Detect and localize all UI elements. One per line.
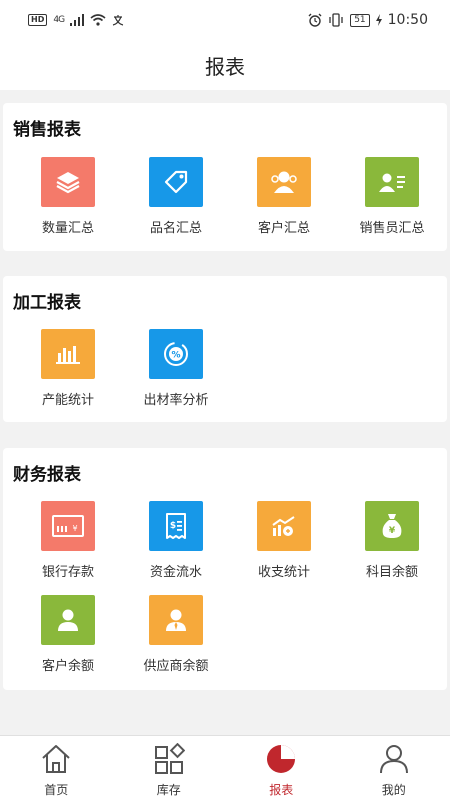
bank-card-icon: ¥	[41, 501, 95, 551]
tile-label: 客户余额	[41, 659, 94, 674]
svg-text:¥: ¥	[72, 524, 77, 533]
person-icon	[41, 595, 95, 645]
layers-icon	[41, 157, 95, 207]
tile-label: 科目余额	[365, 565, 418, 580]
user-icon	[379, 745, 408, 774]
report-tile-income-expense[interactable]: 收支统计	[230, 501, 338, 591]
grid-icon	[154, 743, 185, 774]
signal-icon	[70, 14, 85, 26]
svg-text:$: $	[170, 521, 176, 531]
report-tile-capacity-statistics[interactable]: 产能统计	[14, 329, 122, 419]
svg-text:%: %	[171, 351, 180, 361]
report-tile-quantity-summary[interactable]: 数量汇总	[14, 157, 122, 247]
tab-mine[interactable]: 我的	[338, 736, 450, 800]
tile-label: 销售员汇总	[359, 221, 425, 236]
report-tile-salesperson-summary[interactable]: 销售员汇总	[338, 157, 446, 247]
network-type: 4G	[53, 15, 65, 25]
receipt-icon: $	[149, 501, 203, 551]
sales-report-section: 销售报表 数量汇总 品名汇总 客户汇总 销售员汇总	[3, 103, 447, 251]
section-title: 加工报表	[13, 293, 81, 313]
tile-label: 资金流水	[149, 565, 202, 580]
vibrate-icon	[329, 13, 343, 27]
tile-label: 收支统计	[257, 565, 310, 580]
page-title-bar: 报表	[0, 40, 450, 90]
svg-text:¥: ¥	[389, 526, 396, 536]
tile-label: 数量汇总	[41, 221, 94, 236]
tab-inventory[interactable]: 库存	[113, 736, 226, 800]
clock: 10:50	[387, 12, 428, 28]
status-bar: HD 4G 51 10:50	[0, 0, 450, 40]
finance-report-section: 财务报表 ¥ 银行存款 $ 资金流水 收支统计 ¥ 科目余额 客户余额 供应商余…	[3, 448, 447, 690]
report-tile-account-balance[interactable]: ¥ 科目余额	[338, 501, 446, 591]
wifi-icon	[90, 14, 106, 26]
bar-chart-icon	[41, 329, 95, 379]
status-left: HD 4G	[28, 14, 124, 26]
report-tile-customer-summary[interactable]: 客户汇总	[230, 157, 338, 247]
hd-badge: HD	[28, 14, 48, 26]
tile-label: 银行存款	[41, 565, 94, 580]
charging-icon	[375, 14, 382, 26]
tab-label: 首页	[44, 783, 69, 797]
supplier-icon	[149, 595, 203, 645]
tab-label: 我的	[381, 783, 406, 797]
tile-label: 产能统计	[41, 393, 94, 408]
pie-chart-icon	[267, 745, 296, 773]
customers-icon	[257, 157, 311, 207]
status-right: 51 10:50	[308, 12, 428, 28]
tab-label: 库存	[156, 783, 181, 797]
report-tile-product-summary[interactable]: 品名汇总	[122, 157, 230, 247]
battery-level: 51	[350, 13, 370, 27]
tile-label: 出材率分析	[143, 393, 209, 408]
report-tile-supplier-balance[interactable]: 供应商余额	[122, 595, 230, 685]
trend-icon	[257, 501, 311, 551]
tab-label: 报表	[269, 783, 294, 797]
percent-icon: %	[149, 329, 203, 379]
report-tile-fund-flow[interactable]: $ 资金流水	[122, 501, 230, 591]
report-tile-bank-deposit[interactable]: ¥ 银行存款	[14, 501, 122, 591]
tag-icon	[149, 157, 203, 207]
home-icon	[42, 745, 70, 773]
language-icon	[112, 15, 124, 26]
section-title: 财务报表	[13, 465, 81, 485]
tile-label: 供应商余额	[143, 659, 209, 674]
tab-reports[interactable]: 报表	[225, 736, 338, 800]
alarm-icon	[308, 13, 322, 27]
report-tile-customer-balance[interactable]: 客户余额	[14, 595, 122, 685]
report-tile-yield-analysis[interactable]: % 出材率分析	[122, 329, 230, 419]
bottom-tab-bar: 首页 库存 报表 我的	[0, 735, 450, 800]
tile-label: 客户汇总	[257, 221, 310, 236]
money-bag-icon: ¥	[365, 501, 419, 551]
tile-label: 品名汇总	[149, 221, 202, 236]
processing-report-section: 加工报表 产能统计 % 出材率分析	[3, 276, 447, 422]
section-title: 销售报表	[13, 120, 81, 140]
page-title: 报表	[205, 54, 245, 79]
salesperson-card-icon	[365, 157, 419, 207]
tab-home[interactable]: 首页	[0, 736, 113, 800]
